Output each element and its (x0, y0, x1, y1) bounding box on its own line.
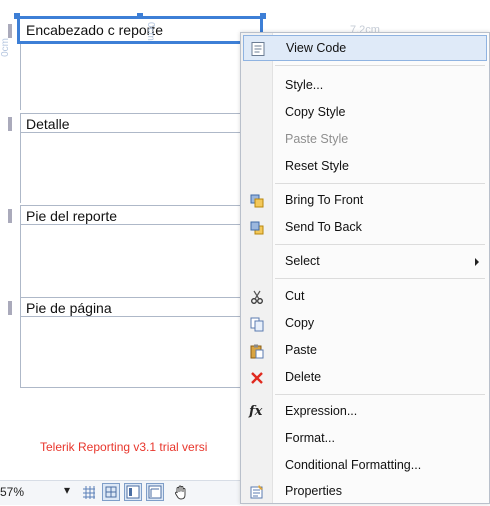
layout-icon[interactable] (124, 483, 142, 501)
menu-separator (275, 244, 485, 245)
copy-icon (249, 316, 265, 332)
chevron-down-icon[interactable]: ▾ (64, 483, 70, 497)
menu-item-paste[interactable]: Paste (243, 338, 487, 364)
grid-icon[interactable] (80, 483, 98, 501)
resize-handle[interactable] (14, 13, 20, 19)
textbox-text: Encabezado c reporte (26, 22, 163, 38)
hand-icon[interactable] (172, 483, 190, 501)
menu-item-select[interactable]: Select (243, 249, 487, 275)
menu-item-conditional-formatting[interactable]: Conditional Formatting... (243, 453, 487, 479)
delete-icon (249, 370, 265, 386)
band-grip[interactable] (8, 117, 12, 131)
menu-item-paste-style: Paste Style (285, 132, 349, 146)
band-grip[interactable] (8, 301, 12, 315)
context-menu: View Code Style... Copy Style Paste Styl… (240, 32, 490, 504)
menu-item-bring-to-front[interactable]: Bring To Front (243, 188, 487, 214)
trial-notice: Telerik Reporting v3.1 trial versi (40, 440, 208, 454)
paste-icon (249, 343, 265, 359)
snap-icon[interactable] (102, 483, 120, 501)
menu-item-send-to-back[interactable]: Send To Back (243, 215, 487, 241)
menu-separator (275, 183, 485, 184)
code-icon (250, 41, 266, 57)
menu-separator (275, 278, 485, 279)
ruler-side-measure: 0cm (0, 38, 11, 57)
send-back-icon (249, 220, 265, 236)
resize-handle[interactable] (260, 13, 266, 19)
menu-item-view-code[interactable]: View Code (243, 35, 487, 61)
resize-handle[interactable] (137, 13, 143, 19)
scissors-icon (249, 289, 265, 305)
menu-item-style[interactable]: Style... (243, 73, 487, 99)
function-icon: fx (249, 404, 263, 419)
bring-front-icon (249, 193, 265, 209)
menu-item-reset-style[interactable]: Reset Style (243, 154, 487, 180)
properties-icon (249, 484, 265, 500)
zoom-value[interactable]: 57% (0, 485, 24, 499)
menu-item-expression[interactable]: fx Expression... (243, 399, 487, 425)
menu-item-copy-style[interactable]: Copy Style (243, 100, 487, 126)
menu-separator (275, 394, 485, 395)
band-grip[interactable] (8, 24, 12, 38)
selected-textbox[interactable]: Encabezado c reporte (17, 16, 263, 44)
menu-item-properties[interactable]: Properties (243, 479, 487, 505)
ruler-icon[interactable] (146, 483, 164, 501)
menu-separator (275, 65, 485, 66)
designer-toolbar: 57% ▾ (0, 480, 240, 505)
band-grip[interactable] (8, 209, 12, 223)
menu-item-cut[interactable]: Cut (243, 284, 487, 310)
menu-item-format[interactable]: Format... (243, 426, 487, 452)
chevron-right-icon (475, 258, 479, 266)
menu-item-copy[interactable]: Copy (243, 311, 487, 337)
menu-item-delete[interactable]: Delete (243, 365, 487, 391)
ruler-mid-measure: 0cm (145, 22, 156, 41)
